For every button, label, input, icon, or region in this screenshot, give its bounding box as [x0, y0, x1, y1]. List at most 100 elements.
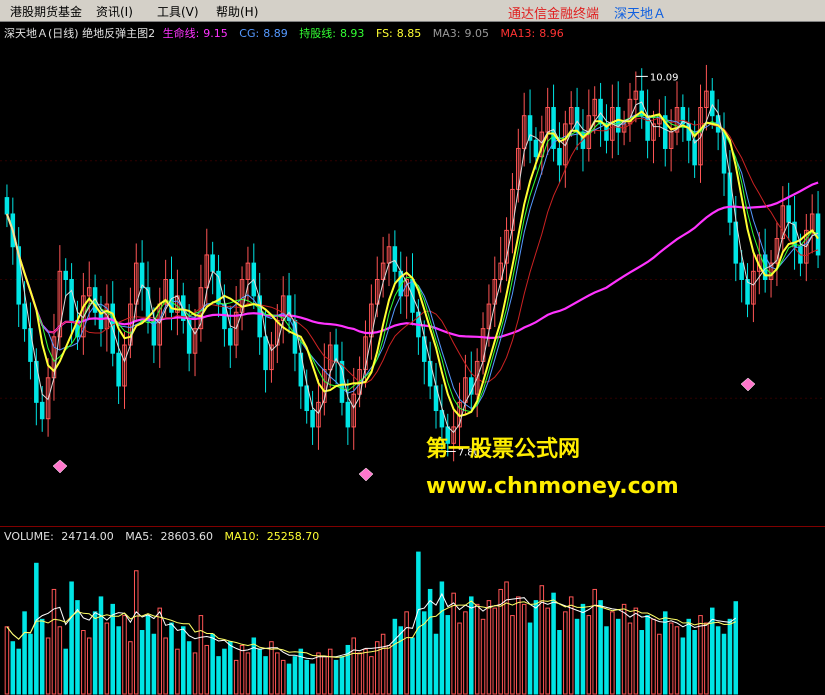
volume-bar	[63, 648, 68, 695]
candle-body	[527, 115, 533, 141]
volume-bar	[169, 622, 174, 695]
volume-bar	[186, 641, 192, 695]
volume-bar	[139, 630, 145, 695]
volume-bar	[22, 611, 27, 695]
volume-bar	[210, 633, 215, 695]
volume-bar	[239, 644, 245, 695]
volume-bar	[433, 633, 439, 695]
buy-signal-icon	[52, 459, 68, 474]
candle-body	[22, 303, 27, 330]
volume-bar	[533, 600, 539, 695]
volume-bar	[192, 652, 198, 695]
volume-bar	[527, 622, 533, 695]
volume-bar	[698, 615, 703, 695]
volume-bar	[327, 648, 333, 695]
volume-bar	[557, 630, 562, 695]
candle-body	[786, 205, 791, 223]
volume-bar	[486, 600, 492, 695]
volume-bar	[81, 630, 86, 695]
candle-body	[228, 328, 233, 346]
volume-bar	[292, 656, 298, 695]
volume-bar	[474, 603, 480, 695]
candle-body	[139, 262, 145, 289]
volume-bar	[57, 626, 63, 695]
volume-bar	[727, 618, 733, 695]
volume-bar	[369, 656, 374, 695]
volume-bar	[374, 641, 380, 695]
volume-bar	[69, 581, 74, 695]
volume-bar	[198, 615, 204, 695]
volume-bar	[233, 659, 239, 695]
volume-bar	[286, 663, 292, 695]
volume-bar	[280, 659, 286, 695]
volume-bar	[363, 648, 368, 695]
volume-bar	[380, 633, 386, 695]
volume-bar	[627, 622, 633, 695]
volume-bar	[615, 618, 621, 695]
volume-bar	[598, 600, 603, 695]
volume-bar	[510, 615, 515, 695]
candle-body	[692, 139, 697, 166]
volume-bar	[621, 603, 627, 695]
volume-bar	[386, 644, 392, 695]
menu-hk-futures-funds[interactable]: 港股期货基金	[10, 3, 82, 20]
buy-signal-icon	[358, 467, 374, 482]
volume-bar	[645, 615, 650, 695]
volume-bar	[45, 637, 51, 695]
menu-info[interactable]: 资讯(I)	[96, 3, 133, 20]
volume-chart[interactable]	[0, 527, 825, 695]
candle-body	[257, 295, 262, 338]
volume-bar	[222, 648, 227, 695]
volume-bar	[504, 581, 509, 695]
volume-bar	[604, 626, 609, 695]
volume-bar	[51, 588, 57, 695]
volume-bar	[469, 596, 474, 695]
volume-bar	[128, 641, 133, 695]
volume-bar	[516, 596, 521, 695]
volume-bar	[275, 652, 280, 695]
volume-bar	[686, 618, 692, 695]
volume-bar	[339, 656, 345, 695]
volume-bar	[163, 637, 168, 695]
volume-bar	[34, 562, 39, 695]
volume-bar	[680, 637, 686, 695]
menu-help[interactable]: 帮助(H)	[216, 3, 258, 20]
volume-bar	[181, 626, 186, 695]
menu-tools[interactable]: 工具(V)	[157, 3, 199, 20]
candle-body	[574, 107, 580, 133]
volume-bar	[398, 626, 404, 695]
volume-bar	[410, 637, 415, 695]
watermark-url: www.chnmoney.com	[426, 474, 679, 499]
volume-bar	[674, 626, 680, 695]
volume-bar	[357, 652, 362, 695]
candle-body	[116, 352, 121, 387]
candle-body	[39, 401, 45, 420]
candle-body	[210, 254, 215, 272]
volume-bar	[28, 633, 33, 695]
volume-bar	[733, 601, 739, 695]
volume-bar	[574, 618, 580, 695]
candle-body	[310, 410, 315, 428]
chart-area[interactable]: 深天地Ａ(日线) 绝地反弹主图2 生命线: 9.15 CG: 8.89 持股线: 8.…	[0, 22, 825, 695]
volume-bar	[563, 611, 568, 695]
volume-bar	[204, 644, 210, 695]
candle-body	[727, 172, 733, 223]
price-chart[interactable]: 10.097.80	[0, 22, 825, 526]
volume-bar	[110, 603, 116, 695]
candle-body	[4, 197, 10, 215]
candle-body	[739, 262, 744, 281]
app-brand-title: 通达信金融终端	[508, 7, 600, 22]
volume-bar	[545, 607, 550, 695]
volume-bar	[668, 622, 674, 695]
volume-bar	[521, 603, 527, 695]
volume-bar	[427, 588, 433, 695]
volume-bar	[445, 615, 451, 695]
volume-bar	[104, 622, 110, 695]
candle-body	[557, 147, 562, 166]
volume-bar	[480, 618, 486, 695]
volume-bar	[304, 659, 309, 695]
volume-bar	[457, 622, 462, 695]
current-stock-name[interactable]: 深天地Ａ	[614, 3, 666, 22]
candle-body	[709, 90, 715, 117]
volume-bar	[715, 626, 721, 695]
